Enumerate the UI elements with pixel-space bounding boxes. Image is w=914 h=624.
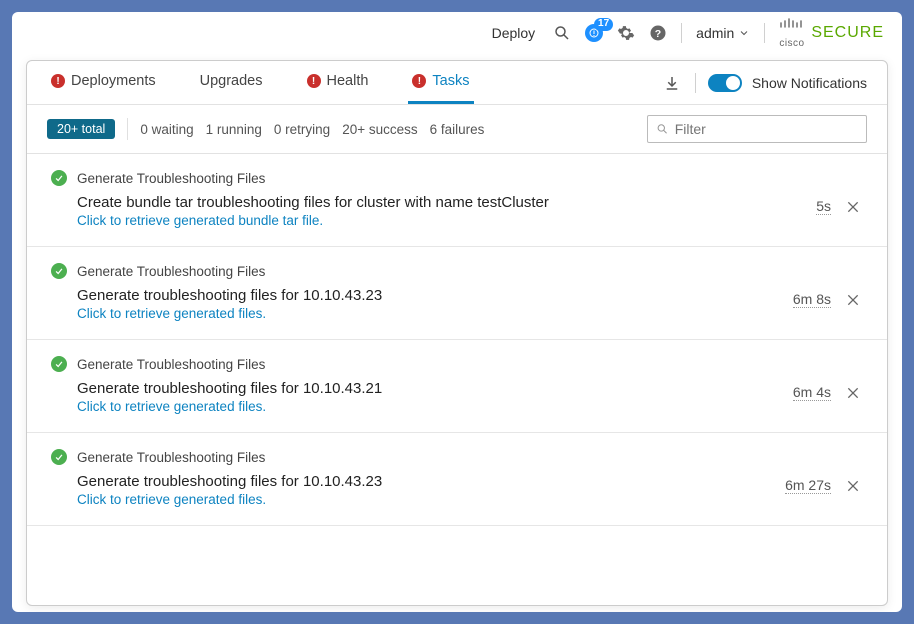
- task-message: Generate troubleshooting files for 10.10…: [77, 473, 863, 490]
- filter-running[interactable]: 1 running: [206, 122, 262, 137]
- tab-label: Deployments: [71, 73, 156, 89]
- task-message: Generate troubleshooting files for 10.10…: [77, 287, 863, 304]
- task-item: Generate Troubleshooting Files Generate …: [27, 433, 887, 526]
- app-window: Deploy 17 ? admin: [12, 12, 902, 612]
- task-header: Generate Troubleshooting Files: [51, 356, 863, 372]
- search-icon: [656, 122, 669, 136]
- task-title: Generate Troubleshooting Files: [77, 450, 265, 465]
- close-icon[interactable]: [845, 385, 861, 401]
- divider: [681, 23, 682, 43]
- brand-cisco-text: cisco: [779, 39, 805, 49]
- task-item: Generate Troubleshooting Files Generate …: [27, 247, 887, 340]
- deploy-menu[interactable]: Deploy: [492, 25, 536, 41]
- divider: [764, 23, 765, 43]
- task-message: Generate troubleshooting files for 10.10…: [77, 380, 863, 397]
- gear-icon[interactable]: [617, 24, 635, 42]
- task-item: Generate Troubleshooting Files Generate …: [27, 340, 887, 433]
- alert-icon: [307, 74, 321, 88]
- success-icon: [51, 263, 67, 279]
- filter-failures[interactable]: 6 failures: [430, 122, 485, 137]
- tab-tasks[interactable]: Tasks: [408, 61, 473, 104]
- user-name: admin: [696, 25, 734, 41]
- filter-success[interactable]: 20+ success: [342, 122, 417, 137]
- task-duration: 6m 4s: [793, 384, 831, 401]
- tab-upgrades[interactable]: Upgrades: [196, 61, 267, 104]
- brand-logo: cisco SECURE: [779, 18, 884, 49]
- total-badge[interactable]: 20+ total: [47, 119, 115, 139]
- tab-deployments[interactable]: Deployments: [47, 61, 160, 104]
- task-duration: 5s: [816, 198, 831, 215]
- alert-icon: [51, 74, 65, 88]
- task-duration: 6m 27s: [785, 477, 831, 494]
- task-header: Generate Troubleshooting Files: [51, 449, 863, 465]
- task-link[interactable]: Click to retrieve generated files.: [77, 492, 863, 507]
- filter-input[interactable]: [675, 121, 858, 137]
- task-header: Generate Troubleshooting Files: [51, 263, 863, 279]
- filter-retrying[interactable]: 0 retrying: [274, 122, 330, 137]
- search-icon[interactable]: [553, 24, 571, 42]
- panel-tabbar: Deployments Upgrades Health Tasks Show N…: [27, 61, 887, 105]
- success-icon: [51, 356, 67, 372]
- task-list: Generate Troubleshooting Files Create bu…: [27, 154, 887, 526]
- tab-health[interactable]: Health: [303, 61, 373, 104]
- task-title: Generate Troubleshooting Files: [77, 171, 265, 186]
- tasks-panel: Deployments Upgrades Health Tasks Show N…: [26, 60, 888, 606]
- task-title: Generate Troubleshooting Files: [77, 264, 265, 279]
- close-icon[interactable]: [845, 199, 861, 215]
- task-link[interactable]: Click to retrieve generated bundle tar f…: [77, 213, 863, 228]
- chevron-down-icon: [738, 27, 750, 39]
- filter-input-wrapper[interactable]: [647, 115, 867, 143]
- show-notifications-label: Show Notifications: [752, 75, 867, 91]
- alert-icon: [412, 74, 426, 88]
- task-item: Generate Troubleshooting Files Create bu…: [27, 154, 887, 247]
- show-notifications-toggle[interactable]: [708, 74, 742, 92]
- user-menu[interactable]: admin: [696, 25, 750, 41]
- success-icon: [51, 449, 67, 465]
- tab-label: Health: [327, 73, 369, 89]
- tab-label: Upgrades: [200, 73, 263, 89]
- notifications-count: 17: [594, 18, 613, 31]
- divider: [695, 73, 696, 93]
- filter-bar: 20+ total 0 waiting 1 running 0 retrying…: [27, 105, 887, 154]
- task-link[interactable]: Click to retrieve generated files.: [77, 399, 863, 414]
- app-bar: Deploy 17 ? admin: [12, 12, 902, 54]
- brand-secure-text: SECURE: [811, 24, 884, 42]
- svg-text:?: ?: [655, 28, 661, 40]
- task-header: Generate Troubleshooting Files: [51, 170, 863, 186]
- success-icon: [51, 170, 67, 186]
- task-link[interactable]: Click to retrieve generated files.: [77, 306, 863, 321]
- download-icon[interactable]: [663, 74, 681, 92]
- task-message: Create bundle tar troubleshooting files …: [77, 194, 863, 211]
- tab-label: Tasks: [432, 73, 469, 89]
- task-duration: 6m 8s: [793, 291, 831, 308]
- divider: [127, 118, 128, 140]
- filter-waiting[interactable]: 0 waiting: [140, 122, 193, 137]
- cisco-bars-icon: [779, 18, 805, 34]
- close-icon[interactable]: [845, 292, 861, 308]
- task-title: Generate Troubleshooting Files: [77, 357, 265, 372]
- help-icon[interactable]: ?: [649, 24, 667, 42]
- notifications-button[interactable]: 17: [585, 24, 603, 42]
- close-icon[interactable]: [845, 478, 861, 494]
